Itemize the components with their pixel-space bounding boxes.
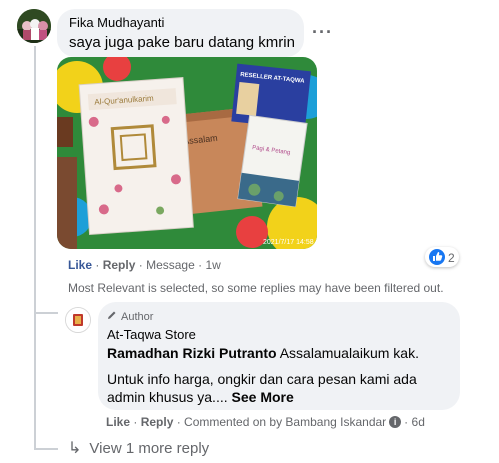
reply-actions: Like · Reply · Commented on by Bambang I… [106, 415, 425, 429]
thumbs-up-icon [429, 249, 445, 265]
like-button[interactable]: Like [68, 258, 92, 272]
view-more-replies[interactable]: ↳ View 1 more reply [68, 438, 209, 458]
comment-text: saya juga pake baru datang kmrin [69, 34, 295, 51]
comment-bubble: Fika Mudhayanti saya juga pake baru data… [57, 9, 304, 57]
thread-line [34, 46, 36, 450]
comment-author[interactable]: Fika Mudhayanti [69, 15, 164, 30]
commented-by-text: Commented on by Bambang Iskandar [184, 415, 387, 429]
reaction-count[interactable]: 2 [448, 251, 455, 265]
info-icon[interactable]: i [389, 416, 402, 428]
reply-author[interactable]: At-Taqwa Store [107, 327, 196, 342]
comment-actions: Like · Reply · Message · 1w [68, 258, 221, 272]
author-badge-label: Author [121, 310, 154, 323]
photo-timestamp: 2021/7/17 14:58 [263, 239, 314, 246]
ellipsis-icon[interactable]: ··· [312, 22, 333, 43]
reply-text-line: admin khusus ya.... See More [107, 389, 294, 405]
comment-time[interactable]: 1w [205, 258, 220, 272]
author-badge: Author [107, 310, 153, 323]
see-more-link[interactable]: See More [232, 389, 294, 405]
reply-text-tail: admin khusus ya.... [107, 389, 228, 405]
reply-button[interactable]: Reply [141, 415, 174, 429]
reply-arrow-icon: ↳ [68, 440, 82, 457]
pencil-icon [107, 310, 117, 323]
avatar[interactable] [17, 9, 51, 43]
like-button[interactable]: Like [106, 415, 130, 429]
reply-text-line: Untuk info harga, ongkir dan cara pesan … [107, 371, 417, 387]
comment-photo[interactable]: Assalam Al-Qur'anulkarim RESELLER AT-TAQ… [57, 57, 317, 249]
thread-branch [34, 448, 58, 450]
reply-text-line: Ramadhan Rizki Putranto Assalamualaikum … [107, 345, 419, 361]
avatar[interactable] [65, 307, 91, 333]
message-button[interactable]: Message [146, 258, 195, 272]
reply-bubble: Author At-Taqwa Store Ramadhan Rizki Put… [98, 302, 460, 410]
reply-greeting: Assalamualaikum kak. [276, 345, 419, 361]
thread-branch [34, 312, 58, 314]
mention-link[interactable]: Ramadhan Rizki Putranto [107, 345, 277, 361]
view-more-label: View 1 more reply [89, 439, 210, 457]
filter-note: Most Relevant is selected, so some repli… [68, 281, 444, 295]
reply-button[interactable]: Reply [103, 258, 136, 272]
reply-time[interactable]: 6d [412, 415, 425, 429]
